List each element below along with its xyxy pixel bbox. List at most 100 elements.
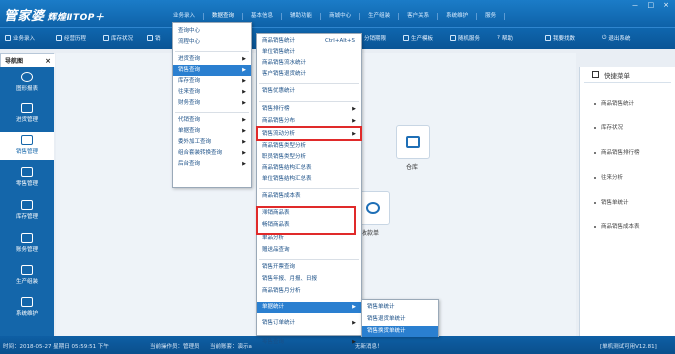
sales-icon [147,35,153,41]
minimize-icon[interactable]: － [632,1,639,11]
top-menu-system[interactable]: 系统维护 [438,13,478,20]
maximize-icon[interactable]: □ [648,1,655,11]
menu-item-sales-query[interactable]: 销售查询 ▶ [173,65,251,76]
window-controls: － □ × [632,1,670,11]
arrow-right-icon: ▶ [242,139,246,145]
menu-item[interactable]: 销售优惠统计 [257,86,361,97]
menu-item[interactable]: 商品销售月分析 [257,286,361,297]
menu-item[interactable]: 财务查询 ▶ [173,98,251,109]
menu-item[interactable]: 库存查询 ▶ [173,76,251,87]
menu-item-bill-stats[interactable]: 单据统计 ▶ [257,302,361,313]
toolbar-production-button[interactable]: 生产模板 [403,34,433,42]
toolbar-sales-button[interactable]: 销 [147,34,161,42]
arrow-right-icon: ▶ [242,161,246,167]
menu-item[interactable]: 单位销售统计 [257,47,361,58]
menu-item[interactable]: 商品销售成本表 [257,191,361,202]
top-menu-service[interactable]: 服务 [477,13,506,20]
menu-item[interactable]: 单据查询 ▶ [173,126,251,137]
status-company: 当前账套：演示a [210,344,252,350]
top-menu-query[interactable]: 数据查询 [204,13,244,20]
menu-separator [175,112,249,113]
menu-item[interactable]: 商品销售结构汇总表 [257,163,361,174]
toolbar-stock-button[interactable]: 库存状况 [103,34,133,42]
quick-item[interactable]: 销售单统计 [594,198,629,206]
menu-item[interactable]: 商品销售类型分析 [257,141,361,152]
top-menu-mall[interactable]: 商城中心 [321,13,361,20]
quick-item[interactable]: 商品销售排行榜 [594,148,640,156]
toolbar-exit-button[interactable]: ⏻ 退出系统 [602,34,630,43]
menu-item[interactable]: 零售查询 ▶ [257,337,361,348]
quick-item[interactable]: 往来分析 [594,173,623,181]
menu-item[interactable]: 流程中心 [173,37,251,48]
menu-separator [259,101,359,102]
menu-item[interactable]: 单位销售结构汇总表 [257,174,361,185]
menu-item[interactable]: 职员销售类型分析 [257,152,361,163]
quick-item[interactable]: 库存状况 [594,123,623,131]
nav-item-finance[interactable]: 账务管理 [0,230,54,258]
list-icon [592,71,599,78]
warehouse-module[interactable] [396,125,430,159]
nav-item-purchase[interactable]: 进货管理 [0,100,54,128]
toolbar-service-button[interactable]: 随机服务 [450,34,480,42]
arrow-right-icon: ▶ [242,100,246,106]
menu-item[interactable]: 组合套装转换查询 ▶ [173,148,251,159]
menu-item[interactable]: 商品销售流水统计 [257,58,361,69]
money-icon [21,233,33,243]
toolbar-entry-button[interactable]: 业务录入 [5,34,35,42]
app-logo: 管家婆 辉煌ⅡTOP＋ [4,9,105,24]
nav-item-production[interactable]: 生产组装 [0,262,54,290]
quick-item[interactable]: 商品销售统计 [594,99,634,107]
tab-navigation[interactable]: 导航图 × [1,54,55,67]
status-time: 时间：2018-05-27 星期日 05:59:51 下午 [3,344,109,350]
nav-item-system[interactable]: 系统维护 [0,294,54,322]
highlight-box [256,206,356,235]
menu-item[interactable]: 销售年报、月报、日报 [257,274,361,285]
menu-item[interactable]: 后台查询 ▶ [173,159,251,170]
menu-item[interactable]: 销售单统计 [362,302,438,313]
menu-item[interactable]: 进货查询 ▶ [173,54,251,65]
top-menu-entry[interactable]: 业务录入 [165,13,205,20]
menu-item-exchange-stats[interactable]: 销售换货单统计 [362,326,438,337]
menu-separator [175,51,249,52]
toolbar-distribution-button[interactable]: 分销期限 [364,34,386,42]
menu-item[interactable]: 销售退货单统计 [362,314,438,325]
nav-item-sales[interactable]: 销售管理 [0,132,54,160]
menu-item[interactable]: 代销查询 ▶ [173,115,251,126]
nav-item-inventory[interactable]: 库存管理 [0,197,54,225]
top-menu-aux[interactable]: 辅助功能 [282,13,322,20]
menu-item[interactable]: 赠送品查询 [257,245,361,256]
service-icon [450,35,456,41]
sales-query-submenu: 商品销售统计 Ctrl+Alt+S 单位销售统计 商品销售流水统计 客户销售退货统… [256,33,362,345]
top-menu-customer[interactable]: 客户关系 [399,13,439,20]
history-icon [56,35,62,41]
help-icon: ? [497,35,500,41]
title-bar: 管家婆 辉煌ⅡTOP＋ 业务录入 数据查询 基本信息 辅助功能 商城中心 生产组装… [0,0,675,27]
data-query-menu: 查询中心 流程中心 进货查询 ▶ 销售查询 ▶ 库存查询 ▶ 往来查询 ▶ 财务查询 ▶ … [172,22,252,188]
menu-item[interactable]: 客户销售退货统计 [257,69,361,80]
toolbar-help-button[interactable]: ? 帮助 [497,34,513,42]
receipt-label: 收款单 [361,230,380,237]
assembly-icon [21,265,33,275]
top-menu: 业务录入 数据查询 基本信息 辅助功能 商城中心 生产组装 客户关系 系统维护 … [165,13,506,20]
menu-item[interactable]: 查询中心 [173,26,251,37]
tab-close-icon[interactable]: × [45,57,51,65]
status-version: [单机测试可用V12.81] [600,344,657,350]
quick-item[interactable]: 商品销售成本表 [594,222,640,230]
menu-item[interactable]: 委外加工查询 ▶ [173,137,251,148]
top-menu-basic[interactable]: 基本信息 [243,13,283,20]
toolbar-find-button[interactable]: 我要找数 [545,34,575,42]
menu-item[interactable]: 往来查询 ▶ [173,87,251,98]
toolbar-history-button[interactable]: 经营历程 [56,34,86,42]
close-icon[interactable]: × [663,1,669,11]
menu-item[interactable]: 销售开票查询 [257,262,361,273]
nav-item-retail[interactable]: 零售管理 [0,164,54,192]
menu-item[interactable]: 商品销售统计 Ctrl+Alt+S [257,36,361,47]
arrow-right-icon: ▶ [242,128,246,134]
moneybag-icon [366,202,380,214]
menu-item[interactable]: 销售订单统计 ▶ [257,318,361,329]
cart-icon [21,103,33,113]
store-icon [21,167,33,177]
menu-item[interactable]: 销售排行榜 ▶ [257,104,361,115]
top-menu-production[interactable]: 生产组装 [360,13,400,20]
nav-item-reports[interactable]: 图形报表 [0,69,54,97]
